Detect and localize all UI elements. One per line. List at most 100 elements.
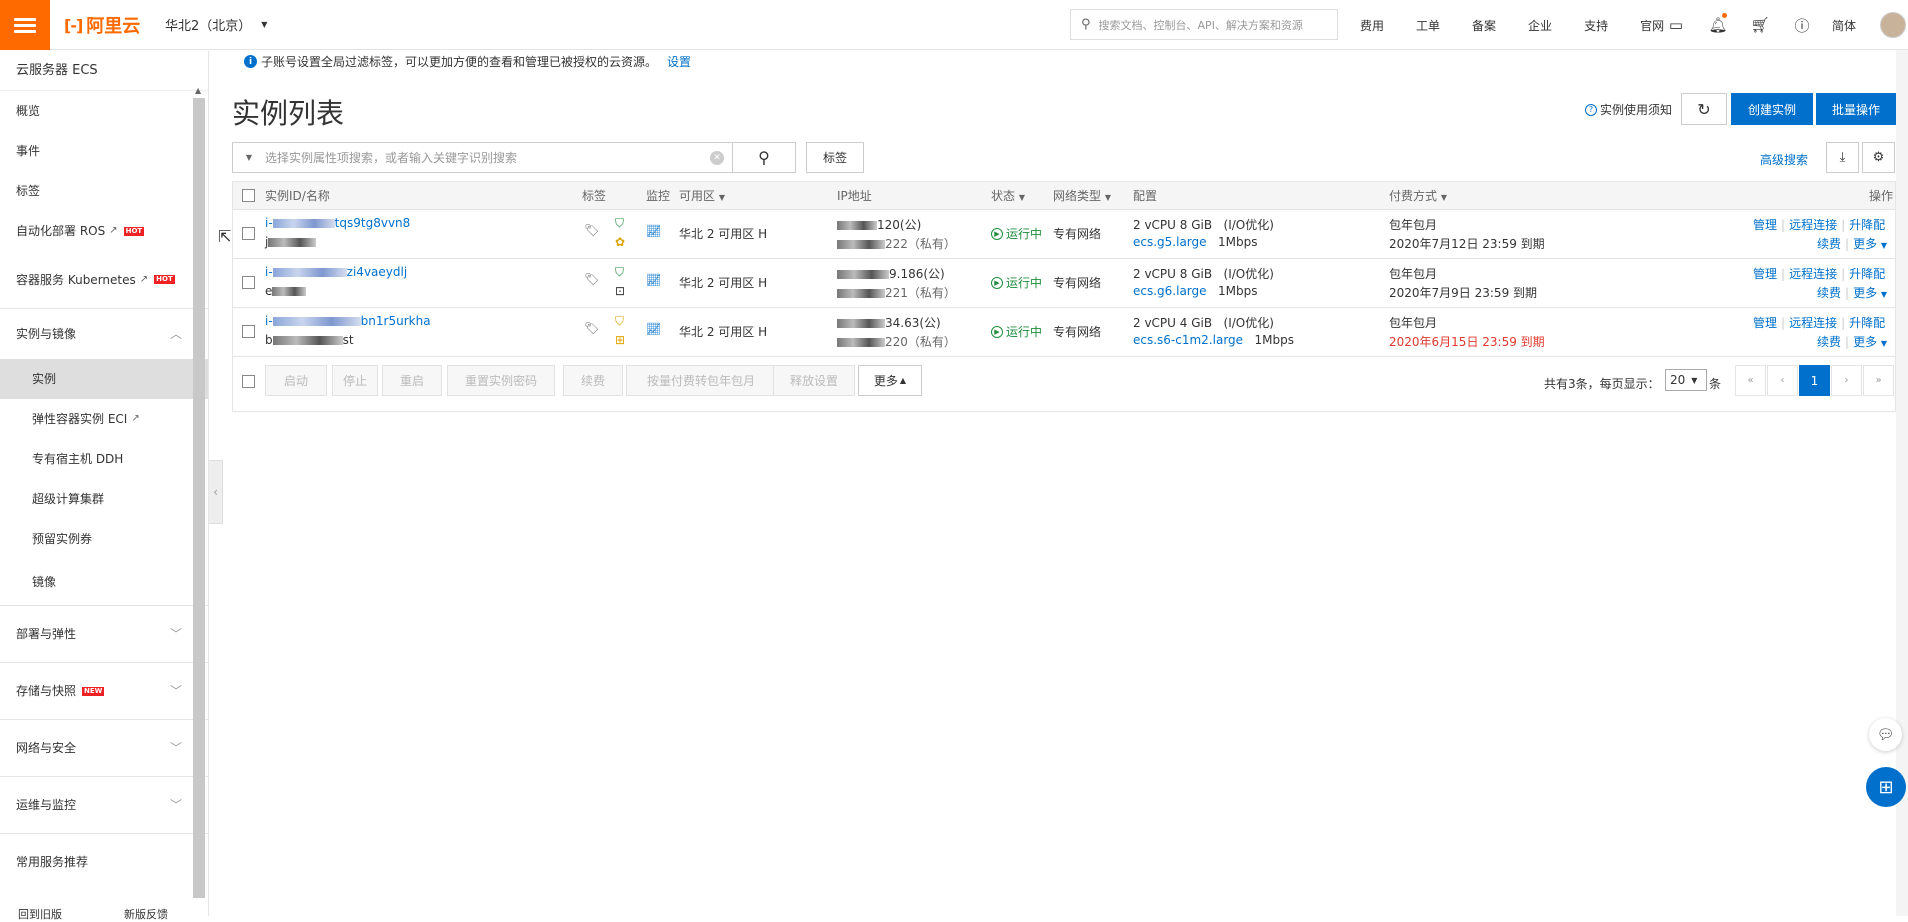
sidebar-item-tags[interactable]: 标签 [0, 171, 208, 211]
export-button[interactable]: ⤓ [1826, 142, 1859, 173]
manage-link[interactable]: 管理 [1753, 316, 1777, 330]
renew-link[interactable]: 续费 [1817, 335, 1841, 349]
terminal-icon[interactable]: ▭ [1655, 16, 1697, 34]
current-page-button[interactable]: 1 [1799, 365, 1830, 396]
notice-settings-link[interactable]: 设置 [667, 53, 691, 70]
top-link-icp[interactable]: 备案 [1472, 17, 1496, 34]
header-network[interactable]: 网络类型 ▼ [1053, 182, 1111, 210]
remote-connect-link[interactable]: 远程连接 [1789, 267, 1837, 281]
upgrade-link[interactable]: 升降配 [1849, 218, 1885, 232]
chat-feedback-icon[interactable]: 💬︎ [1869, 718, 1902, 751]
footer-select-all-checkbox[interactable] [242, 375, 255, 388]
aliyun-logo[interactable]: [-] 阿里云 [64, 12, 140, 38]
instance-id-link[interactable]: i-bn1r5urkha [265, 314, 431, 328]
next-page-button[interactable]: › [1831, 365, 1862, 396]
sidebar-group-storage[interactable]: 存储与快照 NEW ﹀ [0, 662, 208, 719]
sidebar-item-instances[interactable]: 实例 [0, 359, 208, 399]
advanced-search-link[interactable]: 高级搜索 [1760, 151, 1808, 168]
header-billing[interactable]: 付费方式 ▼ [1389, 182, 1447, 210]
top-link-fees[interactable]: 费用 [1360, 17, 1384, 34]
header-zone[interactable]: 可用区 ▼ [679, 182, 725, 210]
instance-type-link[interactable]: ecs.s6-c1m2.large [1133, 333, 1243, 347]
sidebar-item-kubernetes[interactable]: 容器服务 Kubernetes ↗ HOT [0, 251, 208, 309]
tag-icon[interactable]: 🏷︎ [584, 321, 599, 335]
settings-button[interactable]: ⚙ [1862, 142, 1895, 173]
instance-id-link[interactable]: i-tqs9tg8vvn8 [265, 216, 410, 230]
row-checkbox[interactable] [242, 227, 255, 240]
reset-password-button[interactable]: 重置实例密码 [447, 365, 555, 396]
instance-name[interactable]: e [265, 284, 307, 298]
instance-search-input[interactable]: ▼ 选择实例属性项搜索，或者输入关键字识别搜索 ✕ [232, 142, 733, 173]
instance-name[interactable]: b st [265, 333, 354, 347]
upgrade-link[interactable]: 升降配 [1849, 316, 1885, 330]
more-dropdown[interactable]: 更多 ▼ [1853, 237, 1887, 251]
remote-connect-link[interactable]: 远程连接 [1789, 218, 1837, 232]
first-page-button[interactable]: « [1735, 365, 1766, 396]
monitor-chart-icon[interactable]: 📈︎ [646, 224, 661, 238]
stop-button[interactable]: 停止 [332, 365, 378, 396]
start-button[interactable]: 启动 [265, 365, 327, 396]
manage-link[interactable]: 管理 [1753, 218, 1777, 232]
release-settings-button[interactable]: 释放设置 [773, 365, 855, 396]
search-button[interactable]: ⚲ [733, 142, 796, 173]
row-checkbox[interactable] [242, 276, 255, 289]
sidebar-group-instances[interactable]: 实例与镜像 ︿ [0, 309, 208, 359]
menu-toggle-button[interactable] [0, 0, 50, 50]
instance-name[interactable]: j [265, 235, 317, 249]
sidebar-item-overview[interactable]: 概览 [0, 91, 208, 131]
renew-button[interactable]: 续费 [563, 365, 623, 396]
renew-link[interactable]: 续费 [1817, 237, 1841, 251]
last-page-button[interactable]: » [1863, 365, 1894, 396]
remote-connect-link[interactable]: 远程连接 [1789, 316, 1837, 330]
create-instance-button[interactable]: 创建实例 [1731, 93, 1813, 125]
cart-icon[interactable]: 🛒︎ [1739, 16, 1781, 34]
refresh-button[interactable]: ↻ [1681, 93, 1727, 125]
instance-type-link[interactable]: ecs.g5.large [1133, 235, 1207, 249]
instance-type-link[interactable]: ecs.g6.large [1133, 284, 1207, 298]
language-switch[interactable]: 简体 [1823, 17, 1865, 34]
row-checkbox[interactable] [242, 325, 255, 338]
usage-notice-link[interactable]: ? 实例使用须知 [1585, 101, 1672, 118]
region-selector[interactable]: 华北2（北京） ▼ [165, 15, 267, 34]
sidebar-item-scc[interactable]: 超级计算集群 [0, 479, 208, 519]
sidebar-item-recommend[interactable]: 常用服务推荐 [0, 833, 208, 890]
top-link-enterprise[interactable]: 企业 [1528, 17, 1552, 34]
sidebar-group-ops[interactable]: 运维与监控 ﹀ [0, 776, 208, 833]
sidebar-item-events[interactable]: 事件 [0, 131, 208, 171]
monitor-chart-icon[interactable]: 📈︎ [646, 322, 661, 336]
sidebar-item-eci[interactable]: 弹性容器实例 ECI ↗ [0, 399, 208, 439]
prev-page-button[interactable]: ‹ [1767, 365, 1798, 396]
instance-id-link[interactable]: i-zi4vaeydlj [265, 265, 407, 279]
tag-filter-button[interactable]: 标签 [806, 142, 864, 173]
clear-icon[interactable]: ✕ [710, 151, 724, 165]
monitor-chart-icon[interactable]: 📈︎ [646, 273, 661, 287]
top-link-tickets[interactable]: 工单 [1416, 17, 1440, 34]
apps-grid-icon[interactable]: ⊞ [1866, 767, 1906, 807]
manage-link[interactable]: 管理 [1753, 267, 1777, 281]
renew-link[interactable]: 续费 [1817, 286, 1841, 300]
top-link-support[interactable]: 支持 [1584, 17, 1608, 34]
convert-billing-button[interactable]: 按量付费转包年包月 [626, 365, 776, 396]
sidebar-group-deploy[interactable]: 部署与弹性 ﹀ [0, 605, 208, 662]
page-size-select[interactable]: 20 ▼ [1665, 369, 1707, 391]
select-all-checkbox[interactable] [242, 189, 255, 202]
avatar[interactable] [1880, 12, 1906, 38]
more-actions-button[interactable]: 更多 ▲ [858, 365, 922, 396]
global-search-input[interactable]: ⚲ 搜索文档、控制台、API、解决方案和资源 [1070, 9, 1338, 40]
header-status[interactable]: 状态 ▼ [991, 182, 1025, 210]
sidebar-scrollbar[interactable]: ▲ [193, 86, 205, 898]
help-icon[interactable]: ⓘ [1781, 15, 1823, 36]
sidebar-item-ros[interactable]: 自动化部署 ROS ↗ HOT [0, 211, 208, 251]
sidebar-item-reserved[interactable]: 预留实例券 [0, 519, 208, 559]
feedback-link[interactable]: 新版反馈 [124, 906, 168, 922]
tag-icon[interactable]: 🏷︎ [584, 223, 599, 237]
back-to-old-link[interactable]: 回到旧版 [18, 906, 62, 922]
sidebar-group-network[interactable]: 网络与安全 ﹀ [0, 719, 208, 776]
more-dropdown[interactable]: 更多 ▼ [1853, 335, 1887, 349]
sidebar-collapse-handle[interactable]: ‹ [209, 460, 223, 524]
bell-icon[interactable]: 🔔︎ [1697, 13, 1739, 34]
upgrade-link[interactable]: 升降配 [1849, 267, 1885, 281]
sidebar-item-images[interactable]: 镜像 [0, 559, 208, 605]
tag-icon[interactable]: 🏷︎ [584, 272, 599, 286]
sidebar-item-ddh[interactable]: 专有宿主机 DDH [0, 439, 208, 479]
